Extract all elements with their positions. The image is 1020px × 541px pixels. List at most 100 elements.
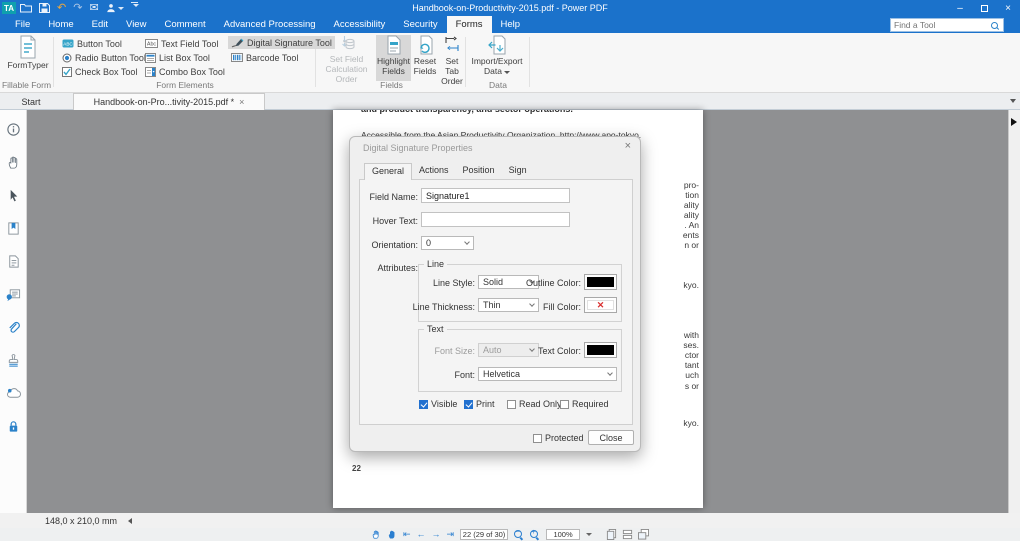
required-checkbox[interactable]: Required bbox=[560, 399, 609, 409]
tab-close-icon[interactable]: × bbox=[239, 97, 244, 107]
tab-start[interactable]: Start bbox=[0, 93, 62, 110]
button-tool-icon: ABC bbox=[62, 39, 74, 48]
barcode-tool[interactable]: Barcode Tool bbox=[231, 51, 298, 64]
dialog-tab-actions[interactable]: Actions bbox=[412, 163, 456, 180]
previous-page-button[interactable]: ← bbox=[417, 530, 426, 539]
open-icon[interactable] bbox=[20, 2, 32, 14]
redo-icon[interactable]: ↷ bbox=[73, 2, 82, 14]
menu-comment[interactable]: Comment bbox=[155, 16, 214, 33]
save-icon[interactable] bbox=[39, 2, 50, 14]
select-cursor-icon[interactable] bbox=[6, 188, 21, 203]
customize-toolbar-icon[interactable] bbox=[131, 2, 139, 14]
menu-forms[interactable]: Forms bbox=[446, 16, 492, 33]
button-tool-label: Button Tool bbox=[77, 38, 122, 49]
check-box-tool[interactable]: Check Box Tool bbox=[62, 65, 137, 78]
comments-icon[interactable] bbox=[6, 287, 21, 302]
last-page-button[interactable]: ⇥ bbox=[447, 530, 455, 539]
group-label-form-elements: Form Elements bbox=[156, 80, 214, 90]
tab-list-caret-icon[interactable] bbox=[1010, 99, 1016, 103]
menu-security[interactable]: Security bbox=[394, 16, 446, 33]
facing-pages-view-icon[interactable] bbox=[638, 529, 650, 540]
menu-advanced-processing[interactable]: Advanced Processing bbox=[215, 16, 325, 33]
reset-fields-button[interactable]: Reset Fields bbox=[412, 35, 438, 77]
highlight-fields-button[interactable]: Highlight Fields bbox=[376, 35, 411, 81]
single-page-view-icon[interactable] bbox=[606, 529, 617, 540]
info-icon[interactable] bbox=[6, 122, 21, 137]
field-name-label: Field Name: bbox=[369, 192, 418, 202]
zoom-in-icon[interactable]: + bbox=[530, 529, 540, 540]
menu-help[interactable]: Help bbox=[492, 16, 530, 33]
undo-icon[interactable]: ↶ bbox=[57, 2, 66, 14]
page-text-fragment: ents bbox=[682, 230, 699, 240]
first-page-button[interactable]: ⇤ bbox=[403, 530, 411, 539]
search-icon bbox=[990, 21, 999, 30]
set-tab-order-icon bbox=[445, 36, 459, 51]
identity-icon[interactable] bbox=[106, 2, 124, 14]
find-a-tool-input[interactable] bbox=[894, 20, 990, 30]
orientation-label: Orientation: bbox=[371, 240, 418, 250]
grab-select-tool-icon[interactable] bbox=[387, 529, 397, 540]
dialog-tab-sign[interactable]: Sign bbox=[502, 163, 534, 180]
zoom-out-icon[interactable]: − bbox=[514, 529, 524, 540]
button-tool[interactable]: ABC Button Tool bbox=[62, 37, 122, 50]
document-tab-bar: Start Handbook-on-Pro...tivity-2015.pdf … bbox=[0, 93, 1020, 110]
visible-checkbox[interactable]: Visible bbox=[419, 399, 457, 409]
dialog-tab-position[interactable]: Position bbox=[456, 163, 502, 180]
bookmarks-icon[interactable] bbox=[6, 221, 21, 236]
continuous-view-icon[interactable] bbox=[622, 529, 633, 540]
outline-color-swatch[interactable] bbox=[584, 274, 617, 290]
protected-checkbox[interactable]: Protected bbox=[533, 433, 584, 443]
dialog-close-icon[interactable]: × bbox=[625, 140, 631, 152]
fill-color-swatch[interactable]: ✕ bbox=[584, 297, 617, 313]
security-lock-icon[interactable] bbox=[6, 419, 21, 434]
font-dropdown[interactable]: Helvetica bbox=[478, 367, 617, 381]
text-color-label: Text Color: bbox=[537, 346, 581, 356]
zoom-caret-icon[interactable] bbox=[586, 533, 593, 536]
read-only-checkbox[interactable]: Read Only bbox=[507, 399, 562, 409]
menu-accessibility[interactable]: Accessibility bbox=[325, 16, 395, 33]
close-button[interactable]: Close bbox=[588, 430, 634, 445]
restore-button[interactable] bbox=[972, 0, 996, 16]
page-number-box[interactable]: 22 (29 of 30) bbox=[460, 529, 509, 540]
panel-expand-icon[interactable] bbox=[1011, 118, 1017, 126]
close-window-button[interactable]: × bbox=[996, 0, 1020, 16]
text-field-tool[interactable]: Abc Text Field Tool bbox=[145, 37, 218, 50]
text-color-swatch[interactable] bbox=[584, 342, 617, 358]
tab-document[interactable]: Handbook-on-Pro...tivity-2015.pdf * × bbox=[73, 93, 265, 110]
combo-box-tool[interactable]: Combo Box Tool bbox=[145, 65, 225, 78]
import-export-data-button[interactable]: Import/Export Data bbox=[468, 35, 526, 77]
dialog-tab-general[interactable]: General bbox=[364, 163, 413, 180]
import-export-data-label: Import/Export Data bbox=[468, 56, 526, 77]
stamp-icon[interactable] bbox=[6, 353, 21, 368]
menu-home[interactable]: Home bbox=[39, 16, 82, 33]
zoom-level-box[interactable]: 100% bbox=[546, 529, 581, 540]
titlebar: TA ↶ ↷ ✉ Handbook-on-Productivity-2015.p… bbox=[0, 0, 1020, 16]
scroll-left-icon[interactable] bbox=[128, 517, 132, 524]
orientation-dropdown[interactable]: 0 bbox=[421, 236, 474, 250]
menu-file[interactable]: File bbox=[6, 16, 39, 33]
list-box-tool[interactable]: List Box Tool bbox=[145, 51, 210, 64]
set-field-calculation-order-button: Set Field Calculation Order bbox=[318, 35, 375, 84]
menu-view[interactable]: View bbox=[117, 16, 155, 33]
menu-edit[interactable]: Edit bbox=[83, 16, 117, 33]
attachments-icon[interactable] bbox=[6, 320, 21, 335]
minimize-button[interactable]: – bbox=[948, 0, 972, 16]
next-page-button[interactable]: → bbox=[432, 530, 441, 539]
line-thickness-dropdown[interactable]: Thin bbox=[478, 298, 539, 312]
page-text-fragment: tant bbox=[684, 360, 699, 370]
radio-button-tool[interactable]: Radio Button Tool bbox=[62, 51, 146, 64]
cloud-icon[interactable] bbox=[6, 386, 21, 401]
email-icon[interactable]: ✉ bbox=[89, 2, 98, 14]
pages-icon[interactable] bbox=[6, 254, 21, 269]
hand-pan-icon[interactable] bbox=[6, 155, 21, 170]
find-a-tool-box[interactable] bbox=[890, 18, 1004, 32]
reset-fields-icon bbox=[420, 35, 433, 55]
combo-box-tool-icon bbox=[145, 66, 156, 77]
field-name-input[interactable] bbox=[421, 188, 570, 203]
formtyper-button[interactable]: FormTyper bbox=[6, 35, 50, 71]
hover-text-input[interactable] bbox=[421, 212, 570, 227]
text-field-tool-label: Text Field Tool bbox=[161, 38, 219, 49]
pan-tool-icon[interactable] bbox=[371, 529, 381, 540]
print-checkbox[interactable]: Print bbox=[464, 399, 495, 409]
set-tab-order-button[interactable]: Set Tab Order bbox=[438, 35, 466, 86]
